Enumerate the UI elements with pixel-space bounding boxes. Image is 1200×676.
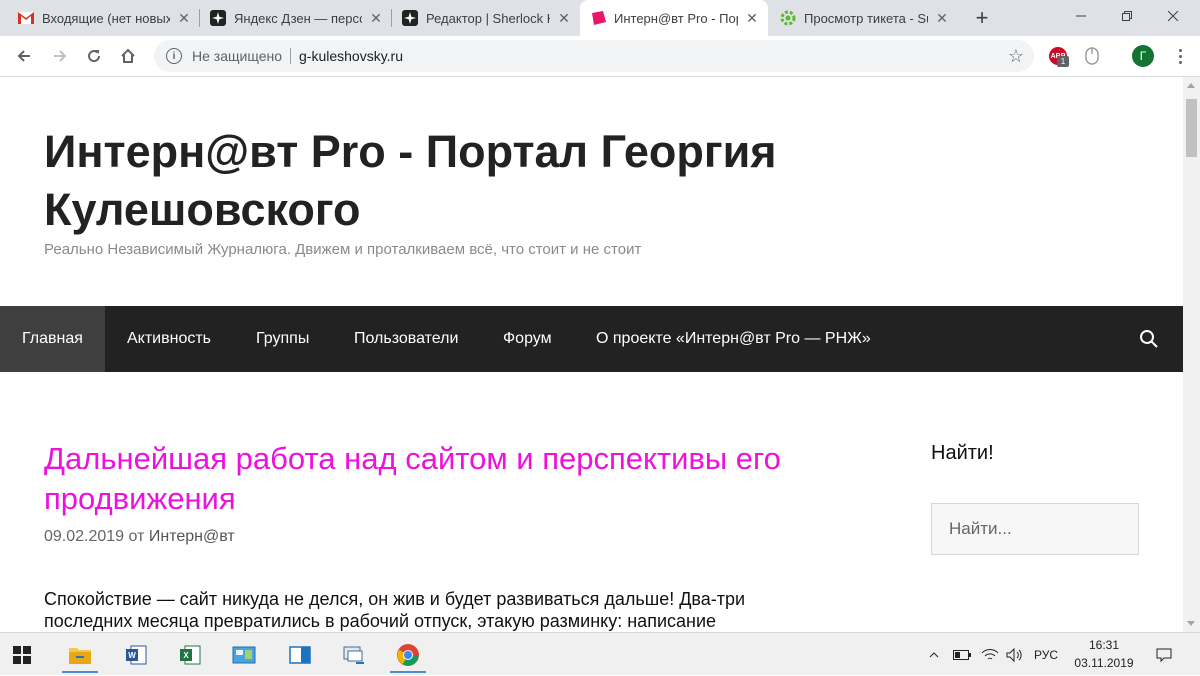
windows-taskbar: W X РУС 16:31 03.11.2019 — [0, 632, 1200, 675]
zen-icon — [210, 10, 226, 26]
main-navigation: Главная Активность Группы Пользователи Ф… — [0, 306, 1183, 372]
profile-avatar[interactable]: Г — [1132, 45, 1154, 67]
tab-internavt-active[interactable]: Интерн@вт Pro - Портал ✕ — [580, 0, 768, 36]
battery-icon[interactable] — [950, 633, 974, 676]
close-icon[interactable]: ✕ — [744, 10, 760, 26]
site-tagline: Реально Независимый Журналюга. Движем и … — [44, 241, 642, 258]
zen-icon — [402, 10, 418, 26]
restore-icon — [1122, 11, 1132, 21]
excel-icon[interactable]: X — [168, 637, 212, 673]
search-widget-title: Найти! — [931, 442, 994, 464]
tab-gmail[interactable]: Входящие (нет новых) - ✕ — [8, 0, 200, 36]
close-icon — [1168, 11, 1178, 21]
security-status: Не защищено — [192, 48, 282, 64]
site-title[interactable]: Интерн@вт Pro - Портал Георгия Кулешовск… — [44, 123, 944, 239]
tray-chevron-up-icon[interactable] — [924, 633, 944, 676]
arrow-left-icon — [17, 50, 30, 62]
control-panel-icon[interactable] — [222, 637, 266, 673]
tab-label: Просмотр тикета - Sup — [804, 10, 928, 26]
wifi-icon[interactable] — [978, 633, 1002, 676]
mouse-icon — [1085, 47, 1099, 65]
word-icon[interactable]: W — [114, 637, 158, 673]
file-explorer-icon[interactable] — [58, 637, 102, 673]
svg-text:W: W — [128, 651, 136, 660]
address-bar[interactable]: i Не защищено g-kuleshovsky.ru ☆ — [154, 40, 1034, 72]
url-text[interactable]: g-kuleshovsky.ru — [299, 48, 403, 64]
page-scrollbar[interactable] — [1183, 77, 1200, 632]
minimize-button[interactable] — [1058, 0, 1104, 32]
windows-logo-icon — [13, 646, 31, 664]
browser-toolbar: i Не защищено g-kuleshovsky.ru ☆ ABP 1 — [0, 36, 1200, 77]
chrome-icon[interactable] — [386, 637, 430, 673]
nav-item-activity[interactable]: Активность — [105, 306, 233, 372]
gmail-icon — [18, 10, 34, 26]
scrollbar-thumb[interactable] — [1186, 99, 1197, 157]
window-icon[interactable] — [278, 637, 322, 673]
close-icon[interactable]: ✕ — [934, 10, 950, 26]
post-title-link[interactable]: Дальнейшая работа над сайтом и перспекти… — [44, 439, 844, 519]
search-icon[interactable] — [1138, 328, 1160, 350]
page-viewport: Интерн@вт Pro - Портал Георгия Кулешовск… — [0, 77, 1183, 632]
tab-ticket[interactable]: Просмотр тикета - Sup ✕ — [770, 0, 958, 36]
tab-label: Яндекс Дзен — персональная лента — [234, 10, 362, 26]
reload-icon — [88, 50, 101, 63]
tab-editor[interactable]: Редактор | Sherlock Holmes ✕ — [392, 0, 580, 36]
clock-time: 16:31 — [1088, 638, 1120, 652]
post-by-label: от — [128, 528, 145, 545]
notifications-icon[interactable] — [1150, 633, 1178, 676]
info-icon[interactable]: i — [166, 48, 182, 64]
tab-yandex-zen[interactable]: Яндекс Дзен — персональная лента ✕ — [200, 0, 392, 36]
post-author[interactable]: Интерн@вт — [149, 528, 235, 545]
close-window-button[interactable] — [1150, 0, 1196, 32]
forward-button[interactable] — [46, 42, 74, 70]
close-icon[interactable]: ✕ — [368, 10, 384, 26]
tab-label: Интерн@вт Pro - Портал — [614, 10, 738, 26]
tab-label: Редактор | Sherlock Holmes — [426, 10, 550, 26]
network-icon[interactable] — [332, 637, 376, 673]
language-indicator[interactable]: РУС — [1030, 633, 1062, 676]
clock-date: 03.11.2019 — [1074, 656, 1134, 670]
post-meta: 09.02.2019 от Интерн@вт — [44, 528, 235, 546]
scroll-up-icon — [1187, 83, 1195, 88]
gear-icon — [780, 10, 796, 26]
svg-text:X: X — [183, 651, 189, 660]
adblock-extension[interactable]: ABP 1 — [1046, 44, 1070, 68]
post-date[interactable]: 09.02.2019 — [44, 528, 124, 545]
bookmark-star-icon[interactable]: ☆ — [1008, 46, 1024, 67]
volume-icon[interactable] — [1004, 633, 1026, 676]
home-button[interactable] — [114, 42, 142, 70]
nav-item-users[interactable]: Пользователи — [332, 306, 480, 372]
back-button[interactable] — [10, 42, 38, 70]
start-button[interactable] — [0, 637, 44, 673]
post-excerpt: Спокойствие — сайт никуда не делся, он ж… — [44, 589, 746, 631]
restore-button[interactable] — [1104, 0, 1150, 32]
tab-label: Входящие (нет новых) - — [42, 10, 170, 26]
close-icon[interactable]: ✕ — [176, 10, 192, 26]
nav-item-home[interactable]: Главная — [0, 306, 105, 372]
tab-strip: Входящие (нет новых) - ✕ Яндекс Дзен — п… — [0, 0, 1200, 36]
reload-button[interactable] — [80, 42, 108, 70]
site-icon — [590, 10, 606, 26]
new-tab-button[interactable]: + — [970, 5, 994, 30]
adblock-count-badge: 1 — [1057, 56, 1069, 67]
browser-menu-icon[interactable] — [1170, 44, 1190, 68]
close-icon[interactable]: ✕ — [556, 10, 572, 26]
arrow-right-icon — [54, 50, 67, 62]
home-icon — [121, 48, 135, 63]
nav-item-forum[interactable]: Форум — [481, 306, 574, 372]
nav-item-about[interactable]: О проекте «Интерн@вт Pro — РНЖ» — [574, 306, 893, 372]
search-input[interactable]: Найти... — [931, 503, 1139, 555]
taskbar-clock[interactable]: 16:31 03.11.2019 — [1064, 636, 1144, 672]
mouse-extension[interactable] — [1080, 44, 1104, 68]
minimize-icon — [1076, 15, 1086, 17]
scroll-down-icon — [1187, 621, 1195, 626]
nav-item-groups[interactable]: Группы — [234, 306, 331, 372]
